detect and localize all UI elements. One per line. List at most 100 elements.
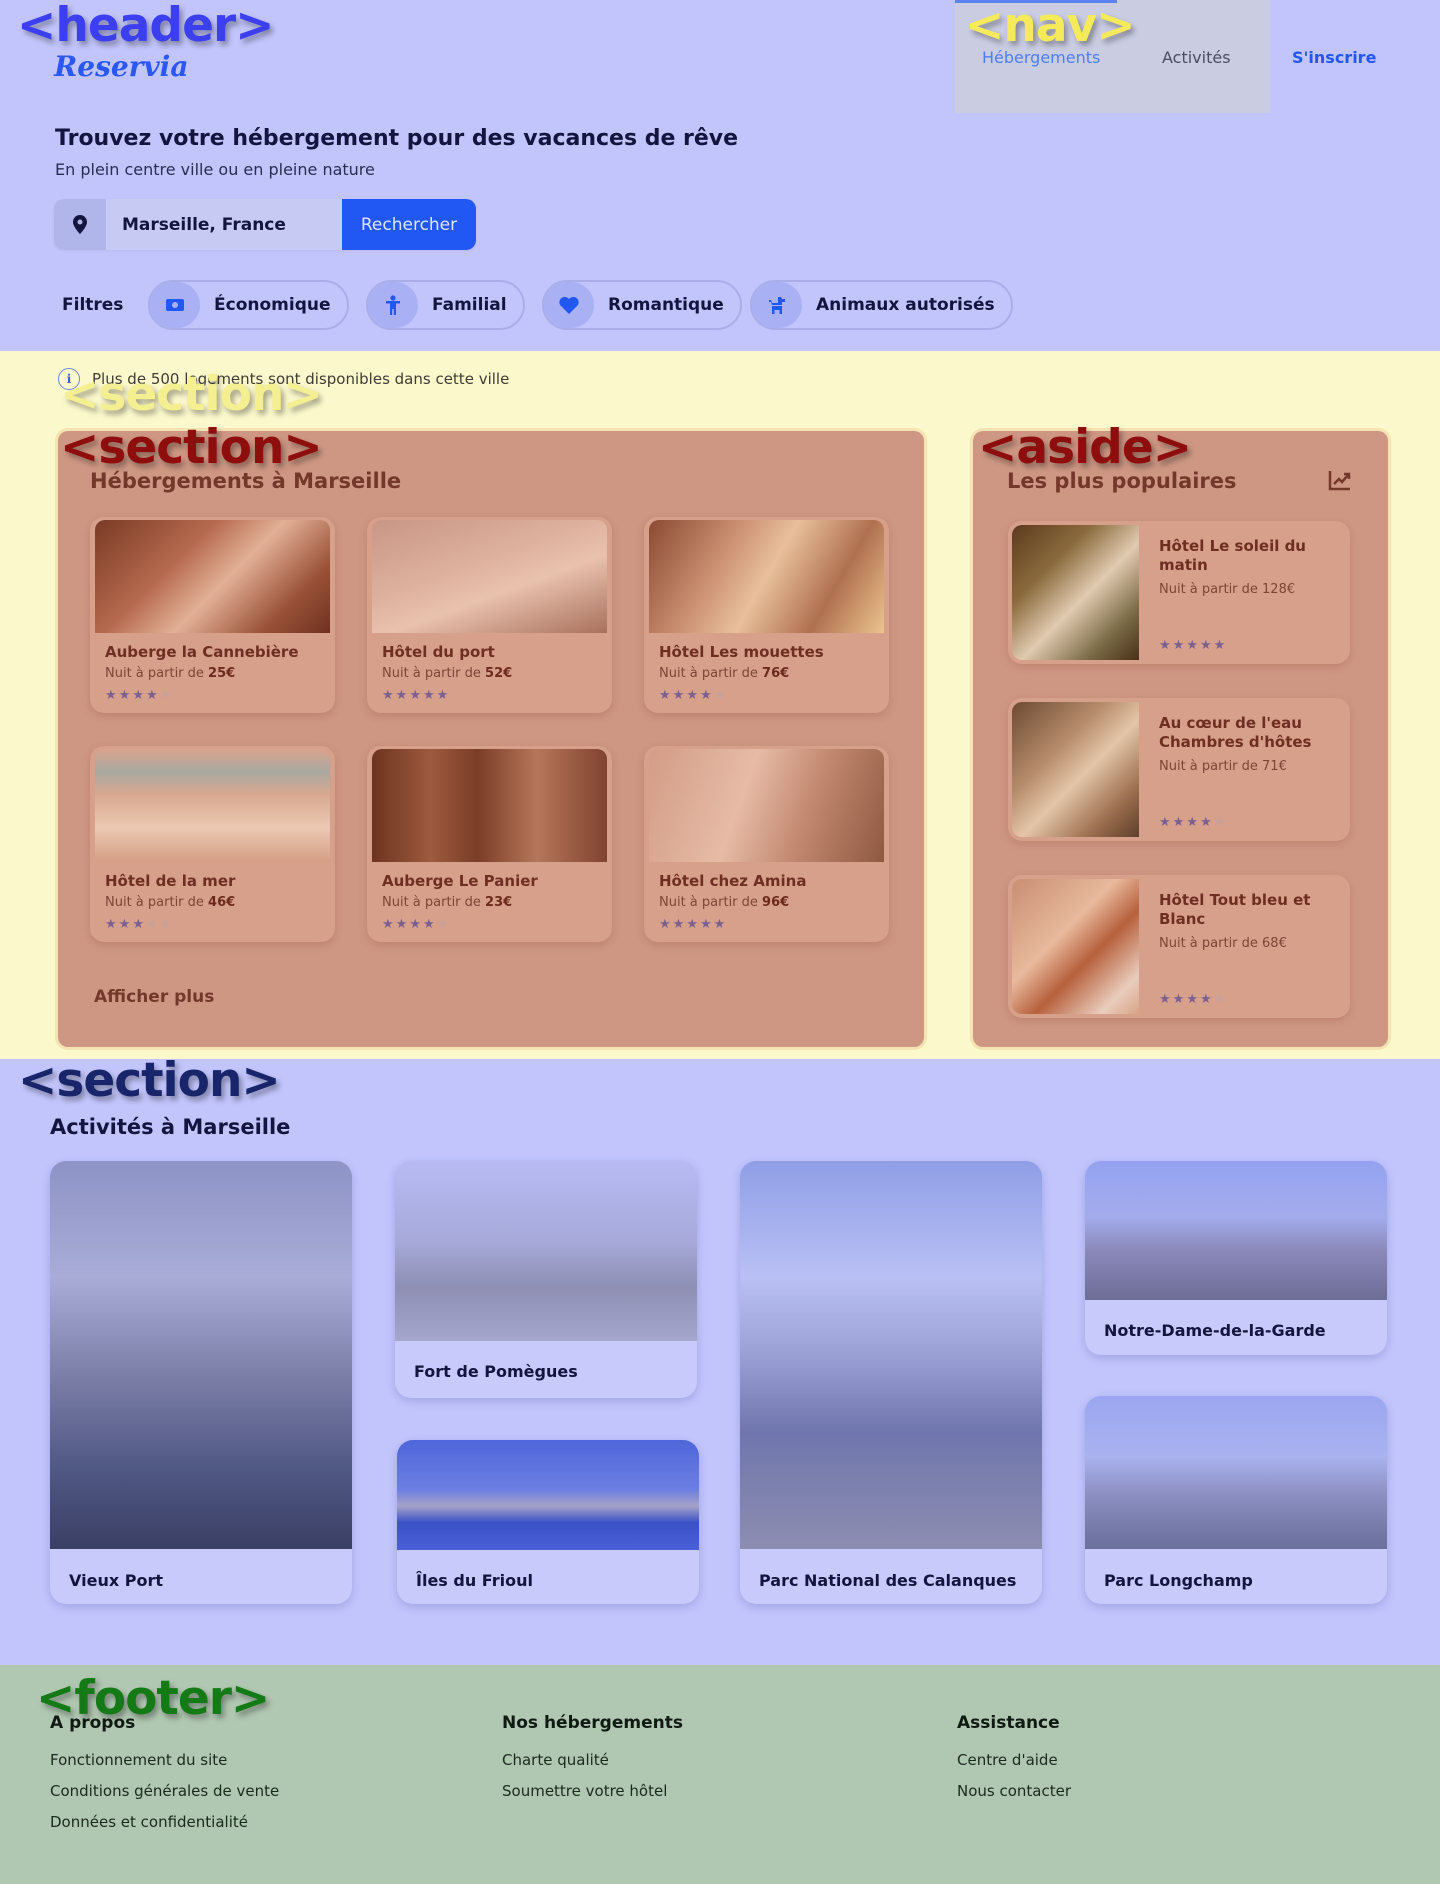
star-icon: ★	[1159, 638, 1171, 653]
star-icon: ★	[1159, 815, 1171, 830]
search-bar: Rechercher	[54, 199, 476, 250]
search-input[interactable]	[106, 199, 342, 250]
accommodations-section: Hébergements à Marseille Auberge la Cann…	[58, 431, 924, 1047]
heart-icon	[544, 282, 594, 328]
popular-card[interactable]: Hôtel Le soleil du matin Nuit à partir d…	[1008, 521, 1350, 664]
accommodation-name: Hôtel du port	[382, 643, 495, 661]
annotation-section-activities: <section>	[18, 1053, 281, 1108]
filter-romantique[interactable]: Romantique	[542, 280, 742, 330]
star-icon: ★	[699, 688, 712, 703]
rating-stars: ★ ★ ★ ★ ★	[105, 689, 171, 702]
filter-label: Familial	[432, 295, 507, 315]
activity-card[interactable]: Notre-Dame-de-la-Garde	[1085, 1161, 1387, 1355]
popular-photo	[1012, 702, 1139, 837]
star-icon: ★	[105, 688, 117, 703]
activity-photo	[397, 1440, 699, 1550]
accommodation-card[interactable]: Hôtel de la mer Nuit à partir de 46€ ★ ★ ★…	[90, 746, 335, 942]
accommodation-card[interactable]: Auberge la Cannebière Nuit à partir de 2…	[90, 517, 335, 713]
accommodation-price: Nuit à partir de 76€	[659, 666, 789, 681]
star-icon: ★	[132, 917, 144, 932]
star-icon: ★	[159, 917, 172, 932]
star-icon: ★	[1213, 992, 1226, 1007]
accommodation-name: Auberge la Cannebière	[105, 643, 299, 661]
activity-name: Îles du Frioul	[416, 1571, 533, 1590]
star-icon: ★	[1199, 992, 1212, 1007]
footer-link[interactable]: Charte qualité	[502, 1751, 683, 1769]
accommodation-price: Nuit à partir de 46€	[105, 895, 235, 910]
price-value: 96€	[762, 895, 790, 910]
star-icon: ★	[1172, 638, 1185, 653]
star-icon: ★	[105, 917, 117, 932]
star-icon: ★	[145, 917, 158, 932]
price-prefix: Nuit à partir de	[382, 895, 481, 910]
accommodation-price: Nuit à partir de 23€	[382, 895, 512, 910]
accommodation-card[interactable]: Hôtel Les mouettes Nuit à partir de 76€ …	[644, 517, 889, 713]
annotation-section-main: <section>	[60, 420, 323, 475]
rating-stars: ★ ★ ★ ★ ★	[1159, 816, 1225, 829]
accommodation-price: Nuit à partir de 52€	[382, 666, 512, 681]
star-icon: ★	[436, 688, 449, 703]
star-icon: ★	[1172, 815, 1185, 830]
star-icon: ★	[659, 688, 671, 703]
activity-photo	[1085, 1161, 1387, 1300]
popular-card[interactable]: Hôtel Tout bleu et Blanc Nuit à partir d…	[1008, 875, 1350, 1018]
activity-name: Vieux Port	[69, 1571, 163, 1590]
filter-economique[interactable]: Économique	[148, 280, 349, 330]
star-icon: ★	[132, 688, 144, 703]
popular-photo	[1012, 879, 1139, 1014]
activity-card[interactable]: Parc Longchamp	[1085, 1396, 1387, 1604]
accommodation-card[interactable]: Auberge Le Panier Nuit à partir de 23€ ★…	[367, 746, 612, 942]
accommodation-price: Nuit à partir de 96€	[659, 895, 789, 910]
site-header: Reservia Hébergements Activités S'inscri…	[0, 0, 1440, 351]
price-value: 25€	[208, 666, 236, 681]
footer-link[interactable]: Nous contacter	[957, 1782, 1071, 1800]
activity-name: Parc Longchamp	[1104, 1571, 1253, 1590]
footer-link[interactable]: Fonctionnement du site	[50, 1751, 279, 1769]
star-icon: ★	[713, 917, 726, 932]
price-prefix: Nuit à partir de	[105, 666, 204, 681]
activity-card[interactable]: Parc National des Calanques	[740, 1161, 1042, 1604]
annotation-footer: <footer>	[36, 1671, 270, 1726]
show-more-link[interactable]: Afficher plus	[94, 987, 214, 1007]
footer-link[interactable]: Soumettre votre hôtel	[502, 1782, 683, 1800]
annotation-aside: <aside>	[978, 420, 1192, 475]
star-icon: ★	[699, 917, 712, 932]
activity-photo	[50, 1161, 352, 1549]
filter-familial[interactable]: Familial	[366, 280, 525, 330]
rating-stars: ★ ★ ★ ★ ★	[659, 918, 725, 931]
accommodation-photo	[649, 520, 884, 633]
star-icon: ★	[395, 917, 408, 932]
star-icon: ★	[409, 917, 421, 932]
page-subtitle: En plein centre ville ou en pleine natur…	[55, 160, 375, 179]
star-icon: ★	[422, 688, 435, 703]
star-icon: ★	[118, 688, 131, 703]
footer-link[interactable]: Conditions générales de vente	[50, 1782, 279, 1800]
filter-animaux-autorises[interactable]: Animaux autorisés	[750, 280, 1013, 330]
accommodation-card[interactable]: Hôtel du port Nuit à partir de 52€ ★ ★ ★ ★ ★	[367, 517, 612, 713]
money-icon	[150, 282, 200, 328]
activities-section: Activités à Marseille Vieux Port Fort de…	[0, 1053, 1440, 1665]
main-content: i Plus de 500 logements sont disponibles…	[0, 351, 1440, 1059]
price-prefix: Nuit à partir de	[382, 666, 481, 681]
footer-link[interactable]: Centre d'aide	[957, 1751, 1071, 1769]
activity-card[interactable]: Vieux Port	[50, 1161, 352, 1604]
star-icon: ★	[422, 917, 435, 932]
activity-card[interactable]: Îles du Frioul	[397, 1440, 699, 1604]
price-prefix: Nuit à partir de	[659, 666, 758, 681]
signup-link[interactable]: S'inscrire	[1292, 48, 1376, 67]
star-icon: ★	[1199, 815, 1212, 830]
accommodation-photo	[372, 749, 607, 862]
nav-link-activites[interactable]: Activités	[1162, 48, 1231, 67]
footer-link[interactable]: Données et confidentialité	[50, 1813, 279, 1831]
footer-col-assistance: Assistance Centre d'aide Nous contacter	[957, 1713, 1071, 1813]
accommodation-price: Nuit à partir de 25€	[105, 666, 235, 681]
search-button[interactable]: Rechercher	[342, 199, 476, 250]
activity-card[interactable]: Fort de Pomègues	[395, 1161, 697, 1398]
star-icon: ★	[1186, 992, 1198, 1007]
accommodation-card[interactable]: Hôtel chez Amina Nuit à partir de 96€ ★ ★…	[644, 746, 889, 942]
logo[interactable]: Reservia	[54, 50, 188, 83]
activity-photo	[395, 1161, 697, 1341]
activity-name: Notre-Dame-de-la-Garde	[1104, 1321, 1326, 1340]
popular-card[interactable]: Au cœur de l'eau Chambres d'hôtes Nuit à…	[1008, 698, 1350, 841]
filters-label: Filtres	[62, 295, 124, 315]
